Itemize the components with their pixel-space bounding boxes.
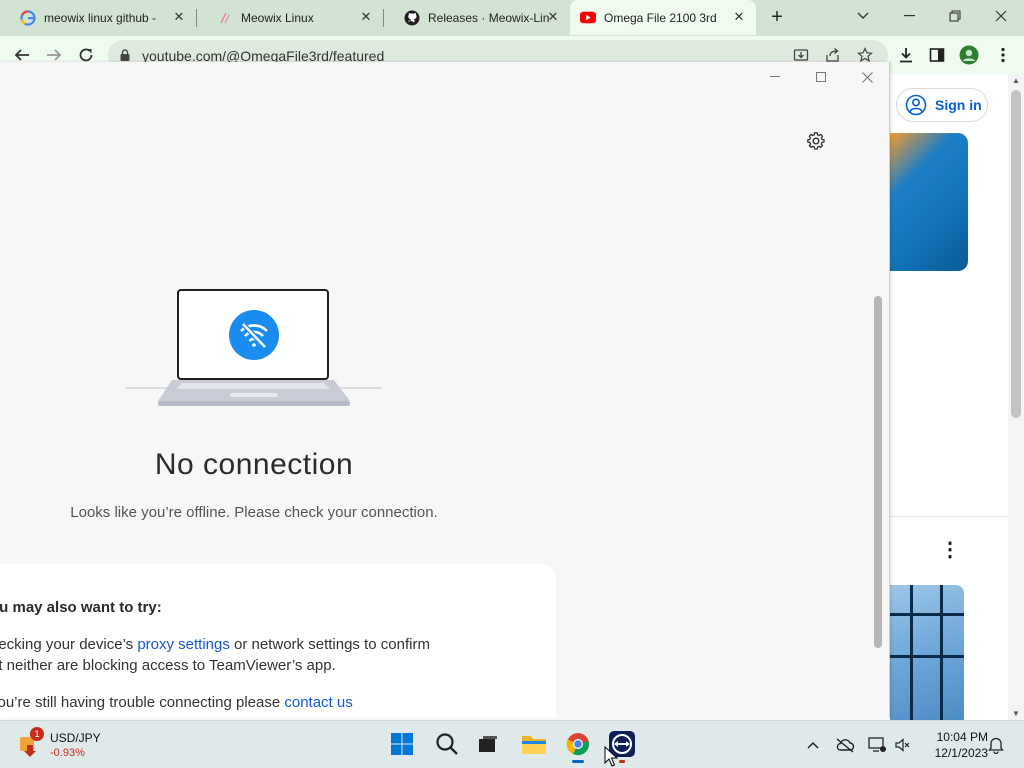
more-actions-icon[interactable]: ⋮ xyxy=(940,540,960,560)
chrome-app-icon[interactable] xyxy=(563,729,593,763)
minimize-icon[interactable] xyxy=(766,68,784,86)
tab-title: Omega File 2100 3rd xyxy=(604,10,717,25)
running-indicator xyxy=(572,760,584,763)
teamviewer-titlebar xyxy=(0,62,889,92)
youtube-icon xyxy=(580,10,596,26)
tab-google-search[interactable]: meowix linux github - ✕ xyxy=(0,0,196,35)
profile-avatar-icon[interactable] xyxy=(958,44,980,66)
side-panel-icon[interactable] xyxy=(926,44,948,66)
notification-badge: 1 xyxy=(30,727,44,741)
offline-message: Looks like you’re offline. Please check … xyxy=(70,504,438,521)
close-window-icon[interactable] xyxy=(978,0,1024,32)
contact-us-link[interactable]: contact us xyxy=(284,694,352,711)
notifications-bell-icon[interactable] xyxy=(986,735,1006,755)
downloads-icon[interactable] xyxy=(895,44,917,66)
wifi-off-icon xyxy=(229,310,279,360)
try-heading: ou may also want to try: xyxy=(0,599,162,616)
tab-youtube-active[interactable]: Omega File 2100 3rd ✕ xyxy=(570,0,756,35)
video-thumbnail[interactable] xyxy=(890,585,964,720)
volume-muted-icon[interactable] xyxy=(892,735,912,755)
task-view-icon[interactable] xyxy=(473,729,503,759)
attention-indicator xyxy=(619,760,625,763)
scroll-up-arrow-icon[interactable]: ▲ xyxy=(1012,76,1020,85)
restore-window-icon[interactable] xyxy=(932,0,978,32)
ticker-change: -0.93% xyxy=(50,747,85,759)
tab-title: meowix linux github - xyxy=(44,10,157,25)
tab-title: Meowix Linux xyxy=(241,10,314,25)
scrollbar-thumb[interactable] xyxy=(1011,90,1021,418)
close-tab-icon[interactable]: ✕ xyxy=(546,10,560,24)
proxy-settings-link[interactable]: proxy settings xyxy=(137,636,230,653)
sign-in-label: Sign in xyxy=(935,97,982,113)
try-line-2: at neither are blocking access to TeamVi… xyxy=(0,657,336,674)
no-connection-heading: No connection xyxy=(154,448,354,481)
stock-ticker-widget[interactable]: 1 USD/JPY -0.93% xyxy=(16,727,116,761)
mouse-cursor-icon xyxy=(604,746,618,767)
sign-in-button[interactable]: Sign in xyxy=(896,88,988,122)
maximize-icon[interactable] xyxy=(812,68,830,86)
system-clock[interactable]: 10:04 PM 12/1/2023 xyxy=(918,729,988,761)
kebab-menu-icon[interactable] xyxy=(992,44,1014,66)
tab-github-releases[interactable]: Releases · Meowix-Lin ✕ xyxy=(384,0,570,35)
tab-title: Releases · Meowix-Lin xyxy=(428,10,550,25)
meowix-icon xyxy=(217,10,233,26)
close-tab-icon[interactable]: ✕ xyxy=(172,10,186,24)
tab-search-chevron-icon[interactable] xyxy=(840,0,886,32)
divider xyxy=(890,516,1008,517)
offline-laptop-illustration xyxy=(126,289,382,409)
page-scrollbar[interactable]: ▲ ▼ xyxy=(1008,74,1024,720)
show-hidden-icons-chevron-icon[interactable] xyxy=(803,735,823,755)
try-line-3: you’re still having trouble connecting p… xyxy=(0,694,353,711)
clock-date: 12/1/2023 xyxy=(934,746,988,760)
minimize-window-icon[interactable] xyxy=(886,0,932,32)
scroll-down-arrow-icon[interactable]: ▼ xyxy=(1012,709,1020,718)
ticker-label: USD/JPY xyxy=(50,731,101,745)
google-icon xyxy=(20,9,36,26)
close-tab-icon[interactable]: ✕ xyxy=(359,10,373,24)
tab-strip: meowix linux github - ✕ Meowix Linux ✕ R… xyxy=(0,0,1024,36)
windows-start-icon[interactable] xyxy=(387,729,417,759)
file-explorer-icon[interactable] xyxy=(519,729,549,759)
teamviewer-scrollbar-thumb[interactable] xyxy=(874,296,882,648)
account-icon xyxy=(905,94,927,116)
video-thumbnail[interactable] xyxy=(890,133,968,271)
close-tab-icon[interactable]: ✕ xyxy=(732,10,746,24)
clock-time: 10:04 PM xyxy=(936,730,988,744)
try-line-1: hecking your device’s proxy settings or … xyxy=(0,636,430,653)
troubleshoot-card: ou may also want to try: hecking your de… xyxy=(0,564,556,718)
close-icon[interactable] xyxy=(858,68,876,86)
network-icon[interactable] xyxy=(867,735,887,755)
search-icon[interactable] xyxy=(432,729,462,759)
new-tab-button[interactable]: + xyxy=(766,6,788,28)
settings-gear-icon[interactable] xyxy=(806,131,826,151)
tab-meowix-linux[interactable]: Meowix Linux ✕ xyxy=(197,0,383,35)
github-icon xyxy=(404,10,420,26)
windows-taskbar: 1 USD/JPY -0.93% 10:04 PM 12/1/2023 xyxy=(0,720,1024,768)
onedrive-offline-icon[interactable] xyxy=(835,735,855,755)
teamviewer-window: No connection Looks like you’re offline.… xyxy=(0,62,890,718)
